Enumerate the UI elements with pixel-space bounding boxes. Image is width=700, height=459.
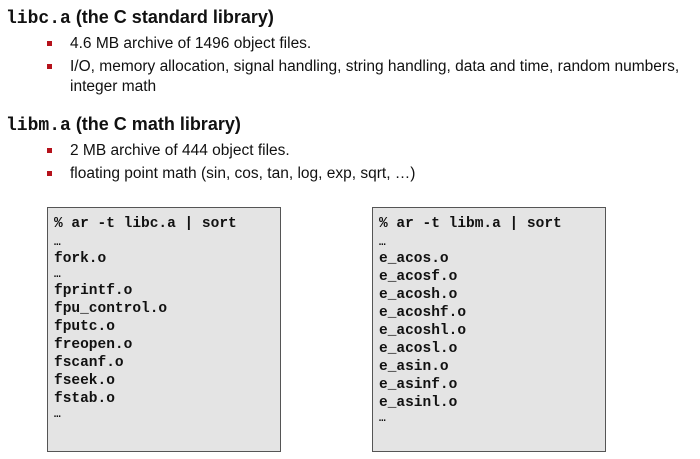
bullet-text: 2 MB archive of 444 object files.: [70, 142, 290, 159]
libc-bullet-list: 4.6 MB archive of 1496 object files. I/O…: [40, 34, 700, 100]
bullet-square-icon: [47, 41, 52, 46]
libm-description: (the C math library): [70, 114, 241, 134]
file-entry: fork.o: [54, 251, 107, 267]
file-entry: fputc.o: [54, 319, 115, 335]
libc-name: libc.a: [6, 9, 71, 29]
list-item: floating point math (sin, cos, tan, log,…: [40, 164, 680, 184]
bullet-square-icon: [47, 64, 52, 69]
slide: libc.a (the C standard library) 4.6 MB a…: [0, 0, 700, 459]
libc-description: (the C standard library): [70, 7, 274, 27]
libc-heading: libc.a (the C standard library): [6, 6, 274, 30]
file-entry: e_acos.o: [379, 251, 449, 267]
file-entry: fpu_control.o: [54, 301, 168, 317]
file-entry: e_acoshf.o: [379, 305, 467, 321]
libc-listing-box: % ar -t libc.a | sort … fork.o … fprintf…: [47, 207, 281, 452]
list-item: 4.6 MB archive of 1496 object files.: [40, 34, 700, 54]
file-entry: e_acosh.o: [379, 287, 458, 303]
ellipsis: …: [54, 269, 61, 281]
bullet-text: I/O, memory allocation, signal handling,…: [70, 58, 680, 95]
file-entry: e_acosl.o: [379, 341, 458, 357]
bullet-text: 4.6 MB archive of 1496 object files.: [70, 35, 312, 52]
file-entry: e_acosf.o: [379, 269, 458, 285]
bullet-text: floating point math (sin, cos, tan, log,…: [70, 165, 416, 182]
file-entry: e_asinf.o: [379, 377, 458, 393]
file-entry: fstab.o: [54, 391, 115, 407]
ellipsis: …: [54, 409, 61, 421]
libm-heading: libm.a (the C math library): [6, 113, 241, 137]
file-entry: e_asin.o: [379, 359, 449, 375]
file-entry: fscanf.o: [54, 355, 124, 371]
file-entry: fprintf.o: [54, 283, 133, 299]
file-entry: freopen.o: [54, 337, 133, 353]
command-line: % ar -t libm.a | sort: [379, 216, 562, 232]
command-line: % ar -t libc.a | sort: [54, 216, 237, 232]
ellipsis: …: [54, 237, 61, 249]
libm-listing-box: % ar -t libm.a | sort … e_acos.o e_acosf…: [372, 207, 606, 452]
libm-bullet-list: 2 MB archive of 444 object files. floati…: [40, 141, 680, 187]
list-item: 2 MB archive of 444 object files.: [40, 141, 680, 161]
libm-name: libm.a: [6, 116, 71, 136]
list-item: I/O, memory allocation, signal handling,…: [40, 57, 700, 97]
file-entry: fseek.o: [54, 373, 115, 389]
ellipsis: …: [379, 237, 386, 249]
bullet-square-icon: [47, 148, 52, 153]
bullet-square-icon: [47, 171, 52, 176]
ellipsis: …: [379, 413, 386, 425]
file-entry: e_asinl.o: [379, 395, 458, 411]
file-entry: e_acoshl.o: [379, 323, 467, 339]
